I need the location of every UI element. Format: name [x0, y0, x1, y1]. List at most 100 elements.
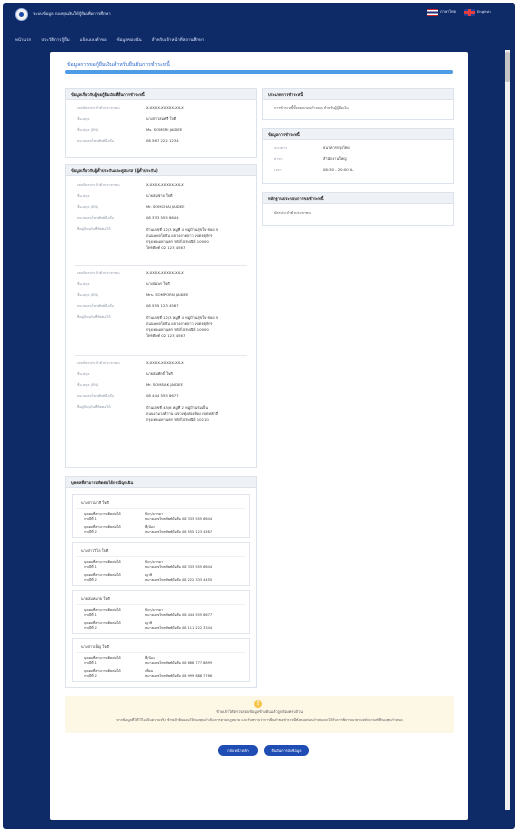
contact-label: บุคคลที่สามารถติดต่อได้ กรณีที่ 1 [84, 656, 121, 666]
consent-line-1: ข้าพเจ้าได้ตรวจสอบข้อมูลข้างต้นแล้วถูกต้… [216, 709, 303, 714]
borrower-heading: ข้อมูลเกี่ยวกับผู้ขอกู้ยืมเงินที่ยื่นการ… [66, 89, 256, 100]
field-value: X-XXXX-XXXXX-XX-X [146, 270, 184, 275]
field-value: สำนักงานใหญ่ [323, 156, 347, 161]
logo-icon [15, 8, 28, 21]
borrower-row: ชื่อ-สกุล นางสาวสมศรี ใจดี [66, 116, 256, 127]
guarantor-row: ชื่อ-สกุล นางสมพร ใจดี [66, 281, 256, 292]
main-nav: หน้าแรก ประวัติการกู้ยืม แจ้งแบบคำขอ ข้อ… [3, 35, 515, 47]
nav-item-staff[interactable]: สำหรับเจ้าหน้าที่สถานศึกษา [152, 38, 205, 44]
guarantor-row: เลขบัตรประจำตัวประชาชน X-XXXX-XXXXX-XX-X [66, 182, 256, 193]
progress-bar [65, 70, 453, 74]
guarantor-row: ที่อยู่ปัจจุบันที่ติดต่อได้ บ้านเลขที่ 12… [66, 227, 256, 250]
back-button[interactable]: กลับหน้าหลัก [218, 745, 258, 756]
contact-label: บุคคลที่สามารถติดต่อได้ กรณีที่ 2 [84, 669, 121, 679]
field-label: ที่อยู่ปัจจุบันที่ติดต่อได้ [77, 405, 111, 409]
guarantor-row: ที่อยู่ปัจจุบันที่ติดต่อได้ บ้านเลขที่ 12… [66, 315, 256, 338]
field-label: ชื่อ-สกุล [77, 372, 90, 376]
field-value: นายสมชาย ใจดี [146, 193, 173, 198]
reference-name: นางสาวมาลี ใจดี [81, 500, 109, 505]
reference-item: นางสาววิไล ใจดี บุคคลที่สามารถติดต่อได้ … [72, 542, 250, 586]
consent-line-2: หากข้อมูลที่ให้ไว้ไม่เป็นความจริง ข้าพเจ… [116, 718, 403, 722]
field-label: สาขา [274, 157, 283, 161]
reference-item: นายสมหมาย ใจดี บุคคลที่สามารถติดต่อได้ ก… [72, 590, 250, 634]
lang-english-button[interactable]: English [464, 9, 491, 16]
contact-value: พี่/น้อง หมายเลขโทรศัพท์มือถือ 08 555 12… [145, 525, 213, 535]
field-value: 08 567 222 1234 [146, 138, 179, 143]
nav-item-home[interactable]: หน้าแรก [15, 38, 31, 44]
field-label: เลขบัตรประจำตัวประชาชน [77, 183, 120, 187]
field-value: 08 333 555 6644 [146, 215, 179, 220]
page-title: ข้อมูลการขอกู้ยืมเงินสำหรับยืนยันการชำระ… [67, 62, 170, 68]
field-label: หมายเลขโทรศัพท์มือถือ [77, 216, 114, 220]
scrollbar-track[interactable] [505, 50, 510, 810]
contact-value: บิดา/มารดา หมายเลขโทรศัพท์มือถือ 08 444 … [145, 608, 213, 618]
field-label: ที่อยู่ปัจจุบันที่ติดต่อได้ [77, 315, 111, 319]
borrower-row: หมายเลขโทรศัพท์มือถือ 08 567 222 1234 [66, 138, 256, 149]
thai-flag-icon [427, 9, 438, 16]
field-value: Mr. SOMCHAI JAIDEE [146, 204, 185, 209]
field-value: Ms. SOMSRI JAIDEE [146, 127, 183, 132]
nav-item-request[interactable]: แจ้งแบบคำขอ [80, 38, 107, 44]
payment-row: ธนาคาร ธนาคารกรุงไทย [263, 145, 453, 156]
field-label: ชื่อ-สกุล (EN) [77, 293, 99, 297]
payment-row: เวลา 08:30 - 20:00 น. [263, 167, 453, 178]
progress-fill [65, 70, 453, 74]
field-value: บ้านเลขที่ 12/3 หมู่ที่ 4 หมู่บ้านสุขใจ … [146, 315, 219, 339]
payment-heading: ข้อมูลการชำระหนี้ [263, 129, 453, 140]
top-header: ระบบข้อมูล กองทุนเงินให้กู้ยืมเพื่อการศึ… [3, 3, 515, 25]
debt-type-card: ประเภทการชำระหนี้ การชำระหนี้ทั้งหมดก่อน… [262, 88, 454, 120]
field-value: Mrs. SOMPORN JAIDEE [146, 292, 189, 297]
app-window: ระบบข้อมูล กองทุนเงินให้กู้ยืมเพื่อการศึ… [3, 3, 515, 829]
contact-label: บุคคลที่สามารถติดต่อได้ กรณีที่ 2 [84, 621, 121, 631]
borrower-card: ข้อมูลเกี่ยวกับผู้ขอกู้ยืมเงินที่ยื่นการ… [65, 88, 257, 158]
debt-type-heading: ประเภทการชำระหนี้ [263, 89, 453, 100]
contact-value: ญาติ หมายเลขโทรศัพท์มือถือ 08 222 333 44… [145, 573, 213, 583]
field-label: หมายเลขโทรศัพท์มือถือ [77, 139, 114, 143]
confirm-button[interactable]: ยืนยันการส่งข้อมูล [264, 745, 309, 756]
lang-thai-button[interactable]: ภาษาไทย [427, 9, 456, 16]
field-label: ชื่อ-สกุล (EN) [77, 383, 99, 387]
reference-item: นางสาวเพ็ญ ใจดี บุคคลที่สามารถติดต่อได้ … [72, 638, 250, 682]
guarantor-row: หมายเลขโทรศัพท์มือถือ 08 555 123 4567 [66, 303, 256, 314]
guarantor-row: ชื่อ-สกุล (EN) Mrs. SOMPORN JAIDEE [66, 292, 256, 303]
documents-row: บัตรประจำตัวประชาชน [263, 211, 453, 221]
contact-label: บุคคลที่สามารถติดต่อได้ กรณีที่ 1 [84, 608, 121, 618]
guarantor-row: ชื่อ-สกุล นายสมศักดิ์ ใจดี [66, 371, 256, 382]
field-label: หมายเลขโทรศัพท์มือถือ [77, 304, 114, 308]
field-label: เลขบัตรประจำตัวประชาชน [77, 271, 120, 275]
contact-label: บุคคลที่สามารถติดต่อได้ กรณีที่ 2 [84, 525, 121, 535]
lang-english-label: English [477, 9, 491, 15]
field-label: ธนาคาร [274, 146, 288, 150]
field-label: ชื่อ-สกุล (EN) [77, 128, 99, 132]
debt-type-row: การชำระหนี้ทั้งหมดก่อนกำหนด สำหรับผู้กู้… [263, 106, 453, 116]
field-value: X-XXXX-XXXXX-XX-X [146, 182, 184, 187]
documents-heading: หลักฐานประกอบการขอชำระหนี้ [263, 193, 453, 204]
lang-thai-label: ภาษาไทย [440, 9, 456, 15]
scrollbar-thumb[interactable] [505, 52, 510, 82]
divider [77, 652, 245, 653]
field-label: ชื่อ-สกุล [77, 282, 90, 286]
nav-item-history[interactable]: ประวัติการกู้ยืม [41, 38, 69, 44]
field-value: นางสมพร ใจดี [146, 281, 170, 286]
divider [77, 556, 245, 557]
field-value: นายสมศักดิ์ ใจดี [146, 371, 173, 376]
field-label: ที่อยู่ปัจจุบันที่ติดต่อได้ [77, 227, 111, 231]
field-value: 08 444 555 6677 [146, 393, 179, 398]
uk-flag-icon [464, 9, 475, 16]
reference-name: นายสมหมาย ใจดี [81, 596, 110, 601]
nav-item-profile[interactable]: ข้อมูลของฉัน [117, 38, 142, 44]
main-content: ข้อมูลการขอกู้ยืมเงินสำหรับยืนยันการชำระ… [50, 52, 468, 820]
contact-value: ญาติ หมายเลขโทรศัพท์มือถือ 08 111 222 33… [145, 621, 213, 631]
payment-row: สาขา สำนักงานใหญ่ [263, 156, 453, 167]
field-label: ชื่อ-สกุล [77, 117, 90, 121]
reference-name: นางสาวเพ็ญ ใจดี [81, 644, 109, 649]
field-label: เลขบัตรประจำตัวประชาชน [77, 106, 120, 110]
borrower-row: ชื่อ-สกุล (EN) Ms. SOMSRI JAIDEE [66, 127, 256, 138]
field-value: ธนาคารกรุงไทย [323, 145, 350, 150]
guarantor-row: เลขบัตรประจำตัวประชาชน X-XXXX-XXXXX-XX-X [66, 360, 256, 371]
field-value: นางสาวสมศรี ใจดี [146, 116, 177, 121]
documents-card: หลักฐานประกอบการขอชำระหนี้ บัตรประจำตัวป… [262, 192, 454, 226]
field-value: X-XXXX-XXXXX-XX-X [146, 105, 184, 110]
guarantors-card: ข้อมูลเกี่ยวกับผู้ค้ำประกันและคู่สมรส (ผ… [65, 164, 257, 468]
guarantor-row: หมายเลขโทรศัพท์มือถือ 08 444 555 6677 [66, 393, 256, 404]
